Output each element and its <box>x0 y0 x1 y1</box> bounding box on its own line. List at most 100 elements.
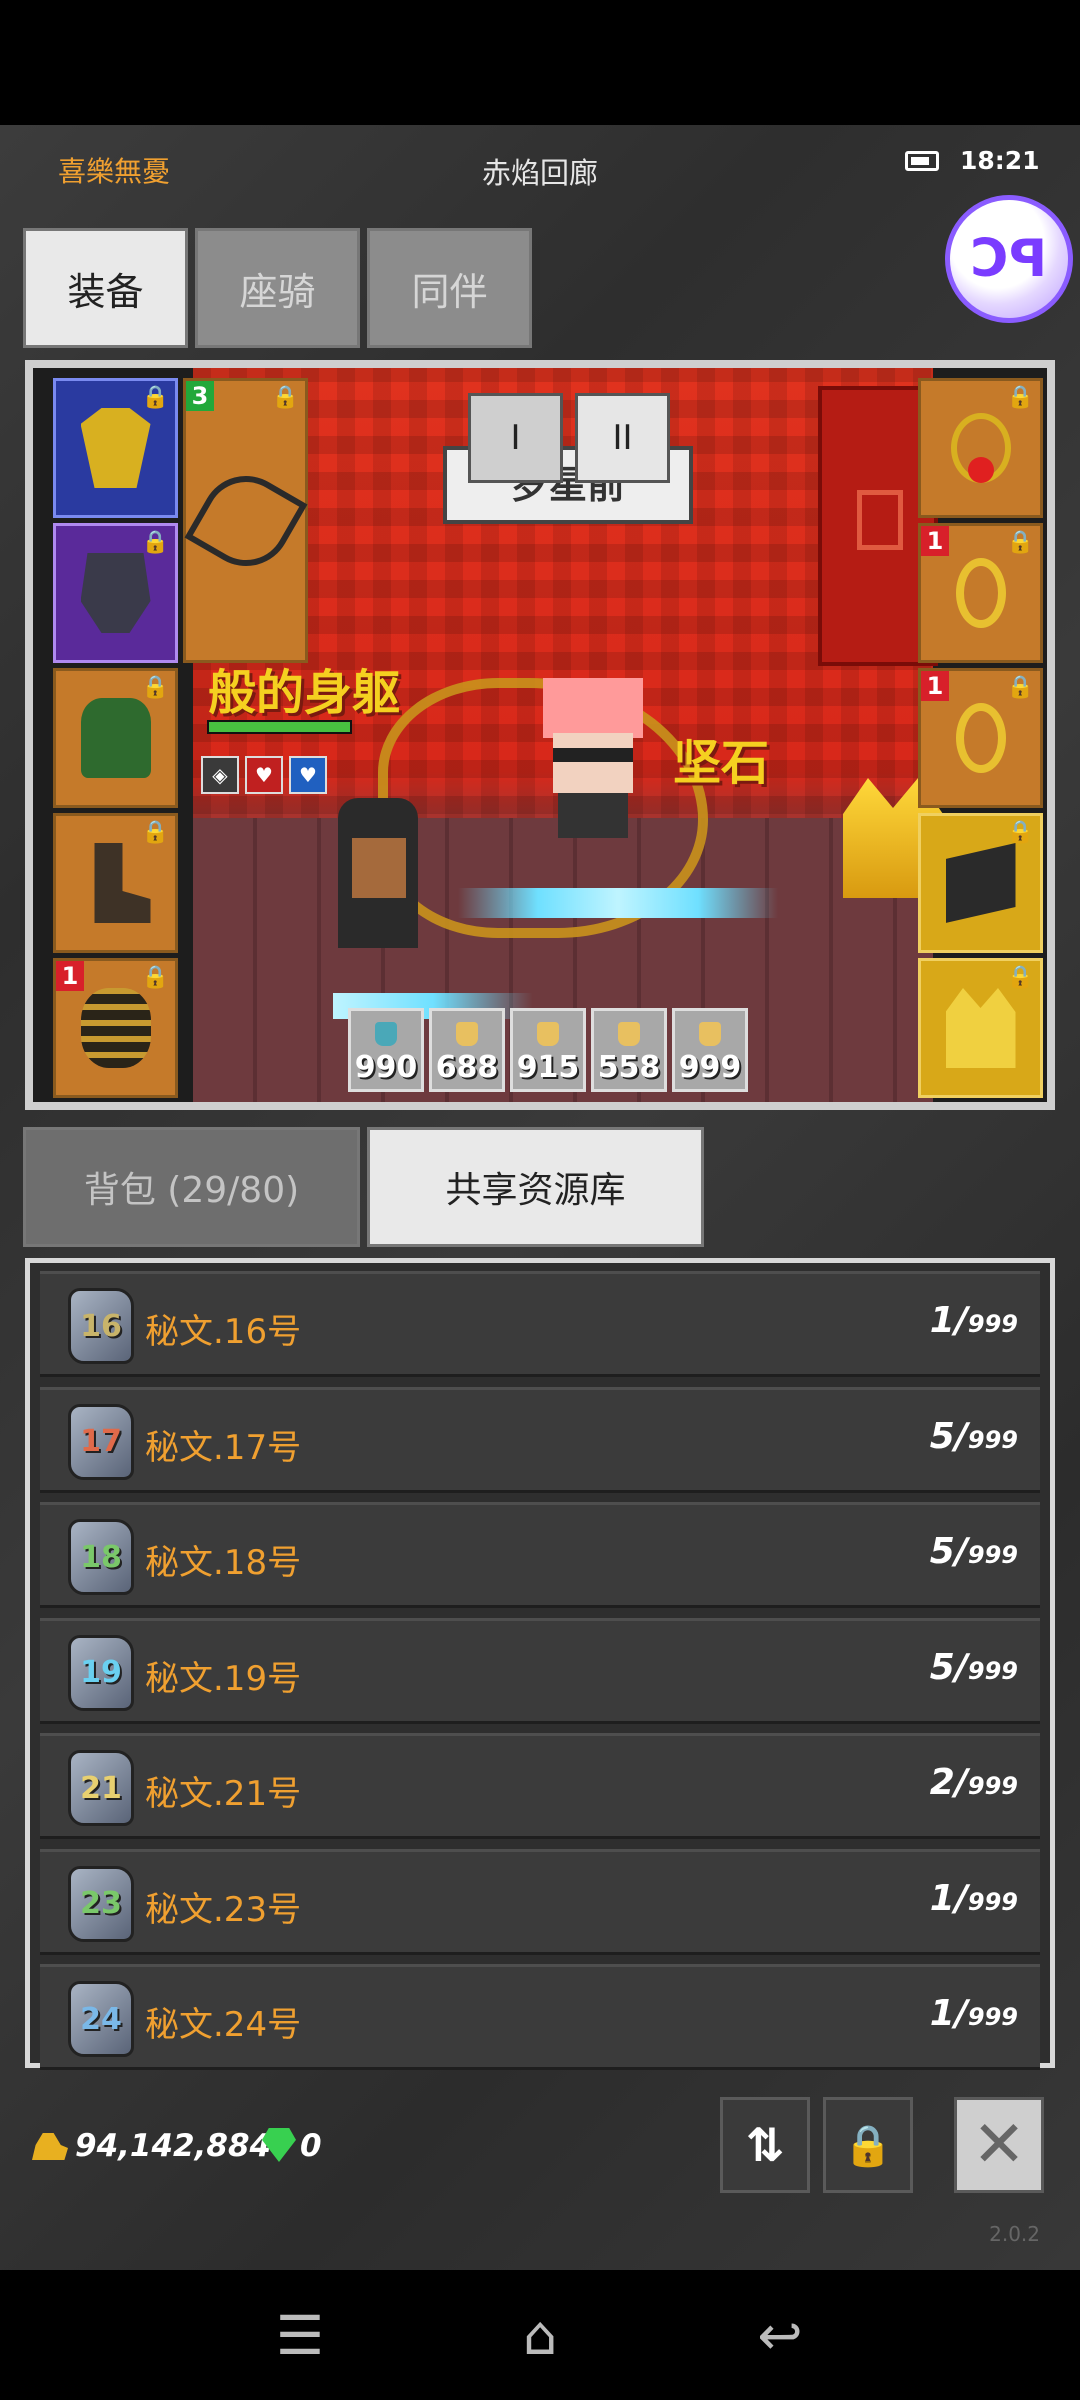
helmet-slot[interactable]: 🔒 <box>53 378 178 518</box>
list-item[interactable]: 24 秘文.24号 1/999 <box>40 1964 1040 2070</box>
speed-1-button[interactable]: I <box>468 393 563 483</box>
boots-slot[interactable]: 🔒 <box>53 813 178 953</box>
item-count: 5/999 <box>929 1415 1018 1457</box>
tab-companion[interactable]: 同伴 <box>367 228 532 348</box>
door-symbol-icon <box>857 490 903 550</box>
battery-icon <box>905 151 939 171</box>
item-count: 5/999 <box>929 1646 1018 1688</box>
lock-icon: 🔒 <box>843 2122 893 2169</box>
count-badge: 1 <box>921 671 949 701</box>
lock-icon: 🔒 <box>1006 385 1034 410</box>
potion-slot[interactable]: 915 <box>510 1008 586 1092</box>
back-icon[interactable]: ↩ <box>740 2295 820 2375</box>
system-nav-bar: ☰ ⌂ ↩ <box>0 2270 1080 2400</box>
ring-slot-2[interactable]: 1 🔒 <box>918 668 1043 808</box>
speed-2-label: II <box>612 418 633 458</box>
lock-icon: 🔒 <box>141 385 169 410</box>
lock-icon: 🔒 <box>1006 675 1034 700</box>
item-count: 1/999 <box>929 1300 1018 1341</box>
close-button[interactable]: ✕ <box>954 2097 1044 2193</box>
speed-2-button[interactable]: II <box>575 393 670 483</box>
potion-slot[interactable]: 990 <box>348 1008 424 1092</box>
boots-item-icon <box>94 843 151 923</box>
gold-amount: 94,142,884 <box>75 2128 272 2164</box>
lock-icon: 🔒 <box>141 675 169 700</box>
count-badge: 3 <box>186 381 214 411</box>
ring-item-icon <box>955 703 1006 773</box>
item-name: 秘文.17号 <box>145 1427 302 1468</box>
count-badge: 1 <box>921 526 949 556</box>
potion-bottle-icon <box>375 1022 397 1046</box>
lock-icon: 🔒 <box>141 820 169 845</box>
sort-icon: ⇅ <box>745 2118 785 2172</box>
floating-skill-text: 坚石 <box>673 735 770 791</box>
necklace-slot[interactable]: 🔒 <box>918 378 1043 518</box>
game-view: 罗星前 I II 般的身躯 坚石 ◈ ♥ ♥ 990 688 915 558 9… <box>25 360 1055 1110</box>
hp-fill <box>209 722 350 732</box>
rune-stone-icon: 16 <box>68 1288 134 1364</box>
count-badge: 1 <box>56 961 84 991</box>
list-item[interactable]: 23 秘文.23号 1/999 <box>40 1848 1040 1955</box>
potion-bottle-icon <box>618 1022 640 1046</box>
offhand-slot[interactable]: 🔒 <box>918 813 1043 953</box>
weapon-slot[interactable]: 3 🔒 <box>183 378 308 663</box>
list-item[interactable]: 16 秘文.16号 1/999 <box>40 1271 1040 1377</box>
potion-bottle-icon <box>537 1022 559 1046</box>
armor-slot[interactable]: 🔒 <box>53 523 178 663</box>
tab-label: 同伴 <box>411 269 488 314</box>
lock-icon: 🔒 <box>141 530 169 555</box>
gauntlet-item-icon <box>945 843 1016 923</box>
tab-label: 座骑 <box>239 269 316 314</box>
enemy-hp-bar <box>207 720 352 734</box>
item-name: 秘文.19号 <box>145 1658 302 1699</box>
lock-icon: 🔒 <box>1006 965 1034 990</box>
item-count: 2/999 <box>929 1762 1018 1803</box>
rune-stone-icon: 23 <box>68 1865 134 1942</box>
tab-label: 装备 <box>67 269 144 314</box>
gloves-slot[interactable]: 🔒 <box>53 668 178 808</box>
tab-mount[interactable]: 座骑 <box>195 228 360 348</box>
potion-slot[interactable]: 688 <box>429 1008 505 1092</box>
rune-stone-icon: 18 <box>68 1519 134 1595</box>
gem-amount: 0 <box>300 2128 322 2164</box>
shield-icon: ◈ <box>201 756 239 794</box>
item-name: 秘文.24号 <box>145 2005 302 2045</box>
sort-button[interactable]: ⇅ <box>720 2097 810 2193</box>
menu-icon[interactable]: ☰ <box>260 2295 340 2375</box>
potion-slot[interactable]: 999 <box>672 1008 748 1092</box>
tab-backpack[interactable]: 背包 (29/80) <box>23 1127 360 1247</box>
helmet-item-icon <box>80 408 151 488</box>
item-count: 5/999 <box>929 1531 1018 1572</box>
clock: 18:21 <box>960 146 1040 175</box>
tab-equipment[interactable]: 装备 <box>23 228 188 348</box>
potion-bar: 990 688 915 558 999 <box>348 1008 748 1092</box>
lock-icon: 🔒 <box>1006 530 1034 555</box>
resource-list[interactable]: 16 秘文.16号 1/999 17 秘文.17号 5/999 18 秘文.18号 5/999 1… <box>25 1258 1055 2070</box>
crown-slot[interactable]: 🔒 <box>918 958 1043 1098</box>
ring-slot-1[interactable]: 1 🔒 <box>918 523 1043 663</box>
floating-skill-text: 般的身躯 <box>208 665 401 721</box>
ring-item-icon <box>955 558 1006 628</box>
belt-slot[interactable]: 1 🔒 <box>53 958 178 1098</box>
list-item[interactable]: 18 秘文.18号 5/999 <box>40 1502 1040 1608</box>
status-effects: ◈ ♥ ♥ <box>201 756 327 794</box>
lock-button[interactable]: 🔒 <box>823 2097 913 2193</box>
status-bar-area <box>0 0 1080 125</box>
home-icon[interactable]: ⌂ <box>500 2295 580 2375</box>
tab-label: 共享资源库 <box>445 1170 626 1211</box>
tab-shared-storage[interactable]: 共享资源库 <box>367 1127 704 1247</box>
heart-blue-icon: ♥ <box>289 756 327 794</box>
potion-bottle-icon <box>699 1022 721 1046</box>
lock-icon: 🔒 <box>141 965 169 990</box>
item-name: 秘文.18号 <box>145 1543 302 1583</box>
item-count: 1/999 <box>929 1993 1018 2034</box>
heart-icon: ♥ <box>245 756 283 794</box>
list-item[interactable]: 17 秘文.17号 5/999 <box>40 1386 1040 1493</box>
floating-app-button[interactable]: ꓛꟼ <box>945 195 1073 323</box>
list-item[interactable]: 21 秘文.21号 2/999 <box>40 1733 1040 1839</box>
list-item[interactable]: 19 秘文.19号 5/999 <box>40 1617 1040 1724</box>
bow-item-icon <box>184 459 307 582</box>
potion-slot[interactable]: 558 <box>591 1008 667 1092</box>
rune-stone-icon: 21 <box>68 1750 134 1826</box>
lock-icon: 🔒 <box>271 385 299 410</box>
